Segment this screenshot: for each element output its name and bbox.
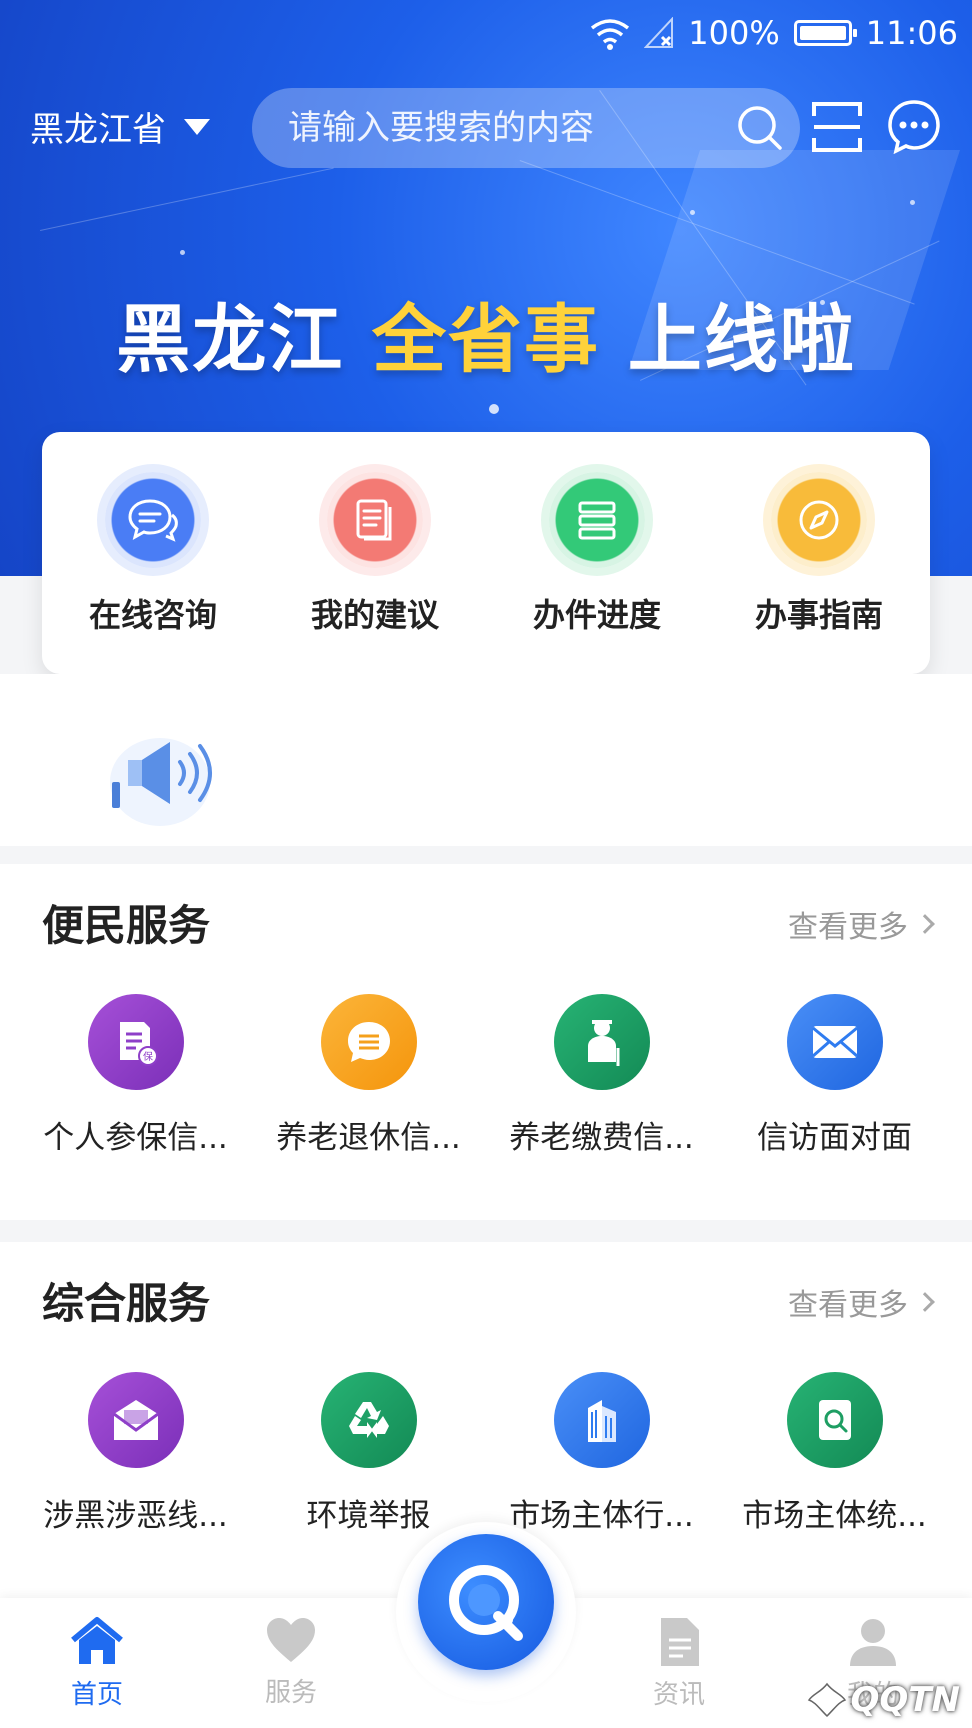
wifi-icon [591,19,630,50]
slogan-text: 黑龙江 [116,297,372,383]
section-title: 综合服务 [42,1279,211,1328]
service-label: 养老缴费信... [509,1120,694,1156]
watermark-icon [807,1682,846,1718]
quick-action-label: 在线咨询 [88,596,217,634]
status-bar: 100% 11:06 [0,0,972,70]
service-pension-payment[interactable]: 养老缴费信... [485,994,718,1157]
banner-decoration [180,250,185,255]
service-label: 养老退休信... [276,1120,461,1156]
banner-decoration [40,167,334,231]
svg-text:保: 保 [143,1050,153,1063]
service-label: 市场主体行... [509,1498,694,1534]
nav-label: 首页 [70,1680,123,1710]
chevron-right-icon [915,1292,935,1312]
watermark-logo: QQTN [807,1680,960,1720]
banner-decoration [690,210,695,215]
chevron-right-icon [915,914,935,934]
quick-actions-card: 在线咨询 我的建议 办件进度 办事指南 [42,432,930,674]
service-environment-report[interactable]: 环境举报 [252,1372,485,1535]
compass-icon [771,472,867,568]
quick-action-progress[interactable]: 办件进度 [486,432,708,674]
search-icon[interactable] [720,88,800,168]
banner-decoration [910,200,915,205]
service-personal-insurance[interactable]: 保 个人参保信... [19,994,252,1157]
banner-slogan: 黑龙江 全省事 上线啦 [0,280,972,387]
slogan-highlight: 全省事 [372,297,600,383]
insurance-doc-icon: 保 [87,994,184,1090]
service-petition[interactable]: 信访面对面 [718,994,951,1157]
user-icon [850,1619,896,1666]
convenience-services-section: 便民服务 查看更多 保 个人参保信... 养老退休信... 养老缴费信... 信… [0,864,972,1220]
battery-icon [793,20,857,46]
quick-action-label: 办件进度 [532,596,661,634]
megaphone-icon [110,738,212,826]
service-label: 信访面对面 [757,1120,912,1156]
search-bar [252,88,800,168]
nav-services[interactable]: 服务 [194,1598,388,1728]
message-icon [320,994,417,1090]
service-label: 环境举报 [306,1498,431,1534]
search-doc-icon [786,1372,883,1468]
slogan-text: 上线啦 [600,297,856,383]
view-more-link[interactable]: 查看更多 [788,902,935,946]
app-logo-icon [449,1565,523,1641]
list-icon [549,472,645,568]
recycle-icon [320,1372,417,1468]
service-label: 市场主体统... [742,1498,927,1534]
carousel-indicator [489,404,499,414]
center-action-button[interactable] [418,1534,554,1670]
region-label: 黑龙江省 [30,110,166,150]
view-more-label: 查看更多 [788,1288,908,1323]
quick-action-online-consult[interactable]: 在线咨询 [42,432,264,674]
view-more-link[interactable]: 查看更多 [788,1280,935,1324]
watermark-text: QQTN [850,1680,960,1720]
quick-action-my-suggestions[interactable]: 我的建议 [264,432,486,674]
service-label: 涉黑涉恶线... [43,1498,228,1534]
announcement-bar[interactable] [0,674,972,846]
elderly-icon [553,994,650,1090]
service-market-entity-stats[interactable]: 市场主体统... [718,1372,951,1535]
service-grid: 保 个人参保信... 养老退休信... 养老缴费信... 信访面对面 [0,994,972,1157]
quick-action-label: 我的建议 [310,596,439,634]
nav-label: 资讯 [652,1680,705,1710]
search-input[interactable] [252,108,720,148]
document-icon [327,472,423,568]
report-box-icon [87,1372,184,1468]
building-icon [553,1372,650,1468]
quick-action-label: 办事指南 [754,596,883,634]
news-icon [661,1618,699,1666]
service-market-entity-conduct[interactable]: 市场主体行... [485,1372,718,1535]
chat-icon [105,472,201,568]
view-more-label: 查看更多 [788,910,908,945]
nav-home[interactable]: 首页 [0,1598,194,1728]
section-title: 便民服务 [42,901,211,950]
scan-icon[interactable] [810,100,864,154]
service-grid: 涉黑涉恶线... 环境举报 市场主体行... 市场主体统... [0,1372,972,1535]
heart-icon [267,1618,315,1662]
region-selector[interactable]: 黑龙江省 [30,102,210,151]
clock: 11:06 [865,14,958,52]
mail-icon [786,994,883,1090]
caret-down-icon [184,118,210,135]
nav-news[interactable]: 资讯 [582,1598,776,1728]
signal-icon [644,17,674,48]
quick-action-guide[interactable]: 办事指南 [708,432,930,674]
battery-percent: 100% [688,14,780,52]
service-anti-crime-tips[interactable]: 涉黑涉恶线... [19,1372,252,1535]
nav-label: 服务 [264,1678,317,1708]
home-icon [71,1617,123,1664]
service-pension-retirement[interactable]: 养老退休信... [252,994,485,1157]
top-bar: 黑龙江省 [0,86,972,168]
message-bubble-icon[interactable] [886,98,942,154]
service-label: 个人参保信... [43,1120,228,1156]
